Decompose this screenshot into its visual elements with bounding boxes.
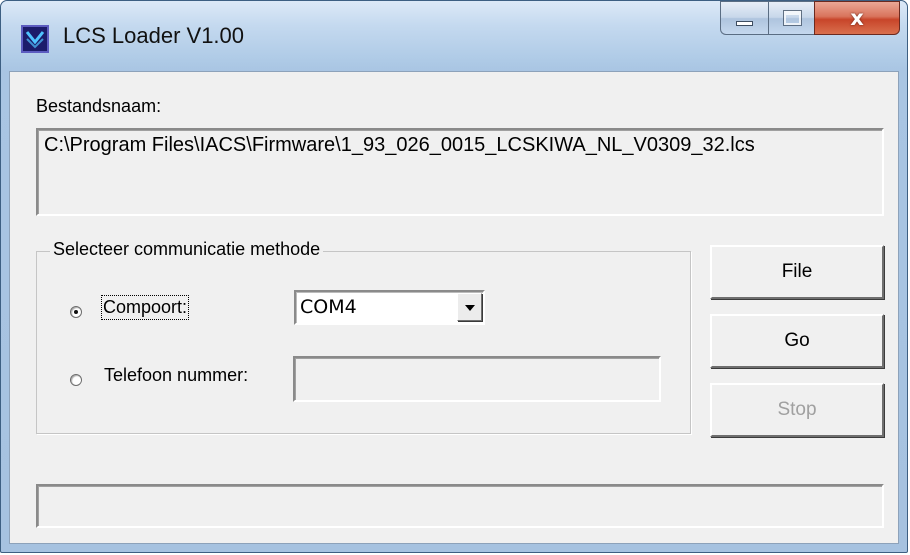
telefoon-label[interactable]: Telefoon nummer:: [104, 365, 248, 386]
chevron-down-icon[interactable]: [457, 293, 482, 321]
compoort-label[interactable]: Compoort:: [100, 295, 190, 320]
file-label: Bestandsnaam:: [36, 96, 162, 116]
telefoon-radio[interactable]: [70, 374, 82, 386]
file-path-field[interactable]: C:\Program Files\IACS\Firmware\1_93_026_…: [36, 128, 884, 216]
phone-number-field: [293, 356, 661, 402]
caption-buttons: x: [720, 1, 900, 37]
app-window: LCS Loader V1.00 x Bestandsnaam: C:\Prog…: [0, 0, 908, 553]
maximize-button: [768, 1, 814, 35]
client-area: Bestandsnaam: C:\Program Files\IACS\Firm…: [9, 71, 899, 544]
stop-button: Stop: [710, 383, 884, 437]
close-icon: x: [850, 6, 864, 30]
file-button[interactable]: File: [710, 245, 884, 299]
window-title: LCS Loader V1.00: [63, 23, 245, 48]
minimize-icon: [736, 21, 753, 26]
maximize-icon: [783, 10, 802, 26]
app-icon[interactable]: [21, 25, 49, 53]
minimize-button[interactable]: [720, 1, 768, 35]
com-port-dropdown[interactable]: COM4: [294, 290, 485, 325]
go-button[interactable]: Go: [710, 314, 884, 368]
compoort-radio[interactable]: [70, 306, 82, 318]
close-button[interactable]: x: [814, 1, 900, 35]
comm-group-title: Selecteer communicatie methode: [50, 239, 324, 260]
file-path-text: C:\Program Files\IACS\Firmware\1_93_026_…: [44, 134, 755, 156]
status-progress-bar: [36, 484, 884, 528]
comm-method-group: Selecteer communicatie methode Compoort:…: [36, 239, 691, 434]
title-bar[interactable]: LCS Loader V1.00 x: [1, 1, 907, 71]
com-port-value: COM4: [300, 296, 357, 318]
